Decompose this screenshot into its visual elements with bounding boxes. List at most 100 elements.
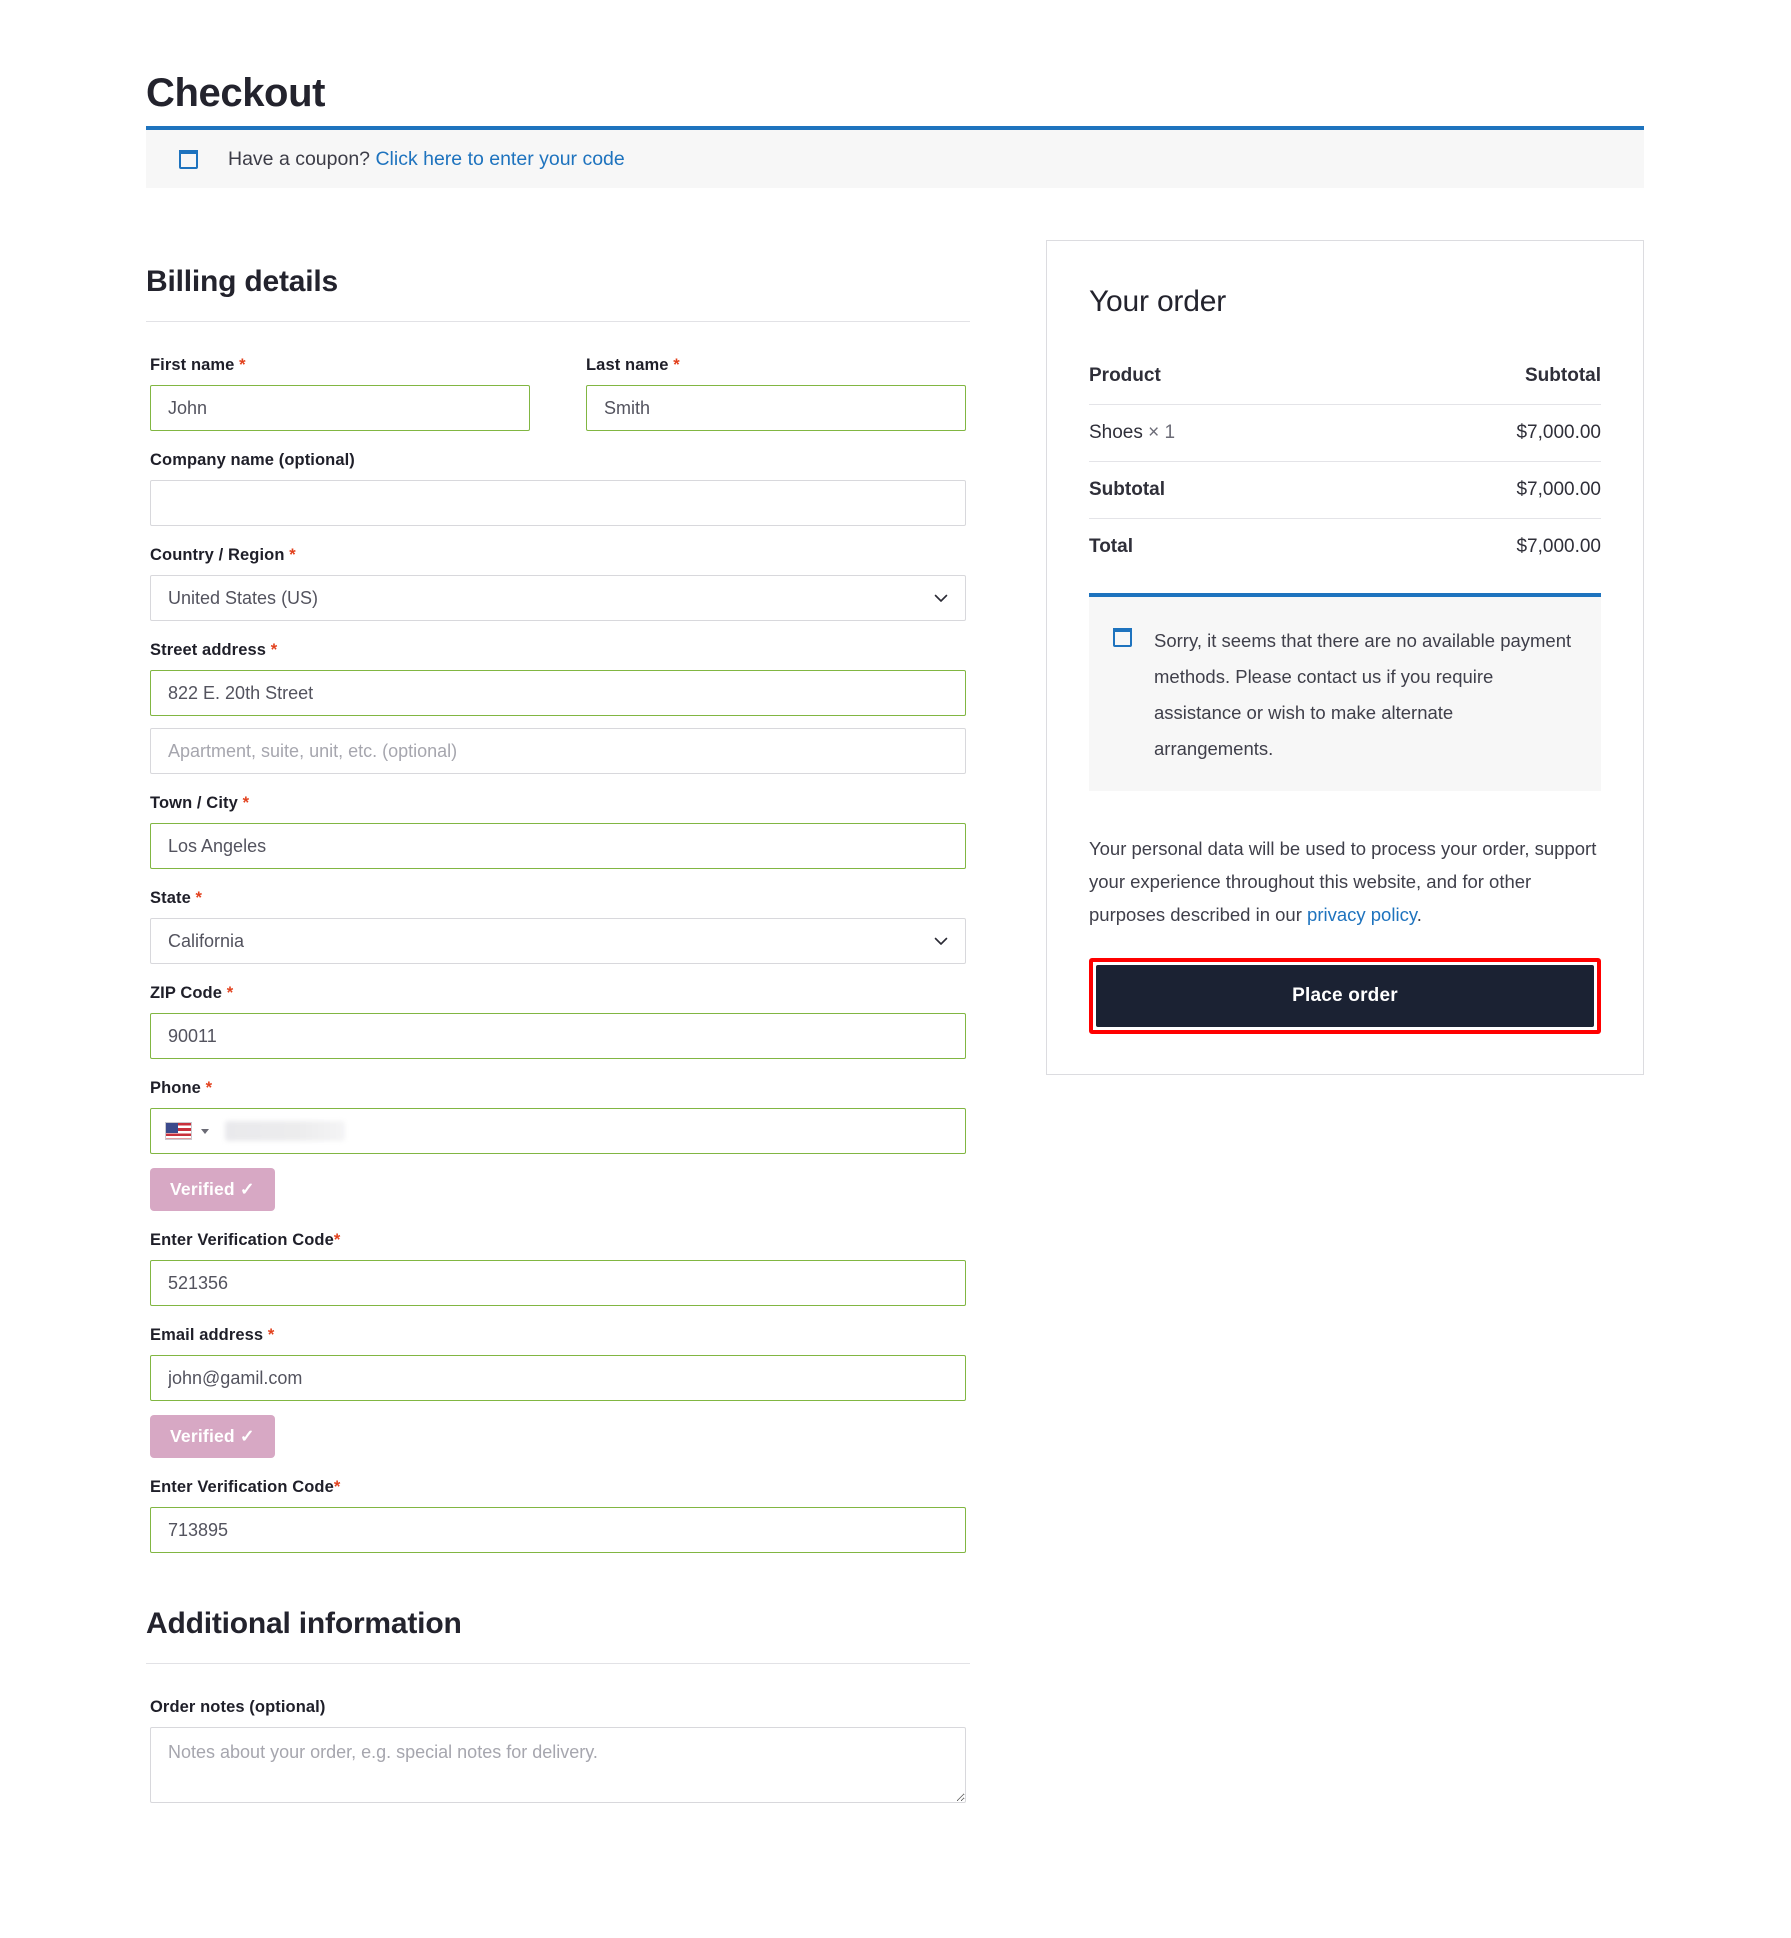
country-label-text: Country / Region <box>150 546 285 564</box>
city-label: Town / City * <box>150 794 966 813</box>
first-name-field: First name * <box>150 356 530 431</box>
order-table-header-row: Product Subtotal <box>1089 365 1601 405</box>
email-field: Email address * Verified ✓ <box>150 1326 966 1458</box>
phone-number-masked <box>225 1121 345 1141</box>
table-row: Total $7,000.00 <box>1089 519 1601 576</box>
last-name-field: Last name * <box>586 356 966 431</box>
street-address-label: Street address * <box>150 641 966 660</box>
state-select-wrapper <box>150 918 966 964</box>
order-table-body: Shoes × 1 $7,000.00 Subtotal $7,000.00 T… <box>1089 404 1601 576</box>
payment-notice-text: Sorry, it seems that there are no availa… <box>1154 630 1572 760</box>
place-order-highlight: Place order <box>1089 958 1601 1035</box>
company-field: Company name (optional) <box>150 451 966 526</box>
required-asterisk: * <box>267 1326 275 1344</box>
product-name: Shoes <box>1089 422 1143 443</box>
phone-label-text: Phone <box>150 1079 201 1097</box>
country-field: Country / Region * <box>150 546 966 621</box>
phone-verification-code-label: Enter Verification Code* <box>150 1231 966 1250</box>
phone-verification-code-label-text: Enter Verification Code <box>150 1231 334 1249</box>
page-title: Checkout <box>146 70 326 115</box>
table-row: Shoes × 1 $7,000.00 <box>1089 404 1601 462</box>
company-label: Company name (optional) <box>150 451 355 469</box>
first-name-label: First name * <box>150 356 530 375</box>
phone-verification-code-field: Enter Verification Code* <box>150 1231 966 1306</box>
city-input[interactable] <box>150 823 966 869</box>
email-verification-code-input[interactable] <box>150 1507 966 1553</box>
billing-fields: First name * Last name * Company name (o… <box>146 356 970 1553</box>
zip-input[interactable] <box>150 1013 966 1059</box>
state-label-text: State <box>150 889 191 907</box>
coupon-bar: Have a coupon? Click here to enter your … <box>146 126 1644 188</box>
street-address-input[interactable] <box>150 670 966 716</box>
last-name-input[interactable] <box>586 385 966 431</box>
phone-input[interactable] <box>150 1108 966 1154</box>
zip-label: ZIP Code * <box>150 984 966 1003</box>
country-select-wrapper <box>150 575 966 621</box>
payment-methods-notice: Sorry, it seems that there are no availa… <box>1089 593 1601 792</box>
order-notes-textarea[interactable] <box>150 1727 966 1803</box>
required-asterisk: * <box>239 356 246 374</box>
privacy-text-after: . <box>1416 904 1422 926</box>
street-address-label-text: Street address <box>150 641 267 659</box>
privacy-policy-link[interactable]: privacy policy <box>1307 904 1417 925</box>
billing-section-title: Billing details <box>146 265 970 322</box>
table-row: Subtotal $7,000.00 <box>1089 461 1601 519</box>
coupon-link[interactable]: Click here to enter your code <box>375 148 624 170</box>
required-asterisk: * <box>673 356 680 374</box>
order-total-label: Total <box>1089 536 1133 557</box>
email-label: Email address * <box>150 1326 966 1345</box>
privacy-notice: Your personal data will be used to proce… <box>1089 833 1601 932</box>
country-label: Country / Region * <box>150 546 966 565</box>
email-input[interactable] <box>150 1355 966 1401</box>
first-name-input[interactable] <box>150 385 530 431</box>
state-field: State * <box>150 889 966 964</box>
order-title: Your order <box>1089 285 1226 318</box>
last-name-label: Last name * <box>586 356 966 375</box>
state-label: State * <box>150 889 966 908</box>
us-flag-icon[interactable] <box>165 1122 192 1140</box>
last-name-label-text: Last name <box>586 356 669 374</box>
company-input[interactable] <box>150 480 966 526</box>
name-row: First name * Last name * <box>150 356 966 451</box>
phone-verification-code-input[interactable] <box>150 1260 966 1306</box>
state-select[interactable] <box>150 918 966 964</box>
phone-field: Phone * Verified ✓ <box>150 1079 966 1211</box>
order-subtotal-label: Subtotal <box>1089 461 1348 519</box>
additional-fields: Order notes (optional) <box>146 1698 970 1808</box>
column-header-product: Product <box>1089 365 1348 405</box>
required-asterisk: * <box>226 984 234 1002</box>
place-order-button[interactable]: Place order <box>1096 965 1594 1028</box>
phone-verified-button[interactable]: Verified ✓ <box>150 1168 275 1211</box>
additional-section-title: Additional information <box>146 1607 970 1664</box>
apartment-input[interactable] <box>150 728 966 774</box>
coupon-text: Have a coupon? Click here to enter your … <box>228 148 625 171</box>
street-address-field: Street address * <box>150 641 966 774</box>
order-summary-panel: Your order Product Subtotal Shoes × 1 $7… <box>1046 240 1644 1076</box>
phone-label: Phone * <box>150 1079 966 1098</box>
order-subtotal-amount: $7,000.00 <box>1347 461 1601 519</box>
order-total-amount: $7,000.00 <box>1516 536 1601 557</box>
info-box-icon <box>1113 628 1132 647</box>
column-header-subtotal: Subtotal <box>1347 365 1601 405</box>
chevron-down-icon[interactable] <box>201 1128 209 1134</box>
required-asterisk: * <box>195 889 203 907</box>
order-notes-field: Order notes (optional) <box>150 1698 966 1808</box>
required-asterisk: * <box>242 794 250 812</box>
first-name-label-text: First name <box>150 356 235 374</box>
email-verified-button[interactable]: Verified ✓ <box>150 1415 275 1458</box>
phone-input-wrapper <box>150 1108 966 1154</box>
required-asterisk: * <box>289 546 296 564</box>
email-label-text: Email address <box>150 1326 264 1344</box>
product-qty: × 1 <box>1148 422 1176 443</box>
order-table-head: Product Subtotal <box>1089 365 1601 405</box>
city-label-text: Town / City <box>150 794 238 812</box>
email-verification-code-label-text: Enter Verification Code <box>150 1478 334 1496</box>
coupon-prompt: Have a coupon? <box>228 147 371 170</box>
country-select[interactable] <box>150 575 966 621</box>
zip-field: ZIP Code * <box>150 984 966 1059</box>
zip-label-text: ZIP Code <box>150 984 223 1002</box>
city-field: Town / City * <box>150 794 966 869</box>
order-table: Product Subtotal Shoes × 1 $7,000.00 Sub… <box>1089 365 1601 575</box>
order-line-product: Shoes × 1 <box>1089 404 1348 462</box>
additional-information-section: Additional information Order notes (opti… <box>146 1607 970 1808</box>
